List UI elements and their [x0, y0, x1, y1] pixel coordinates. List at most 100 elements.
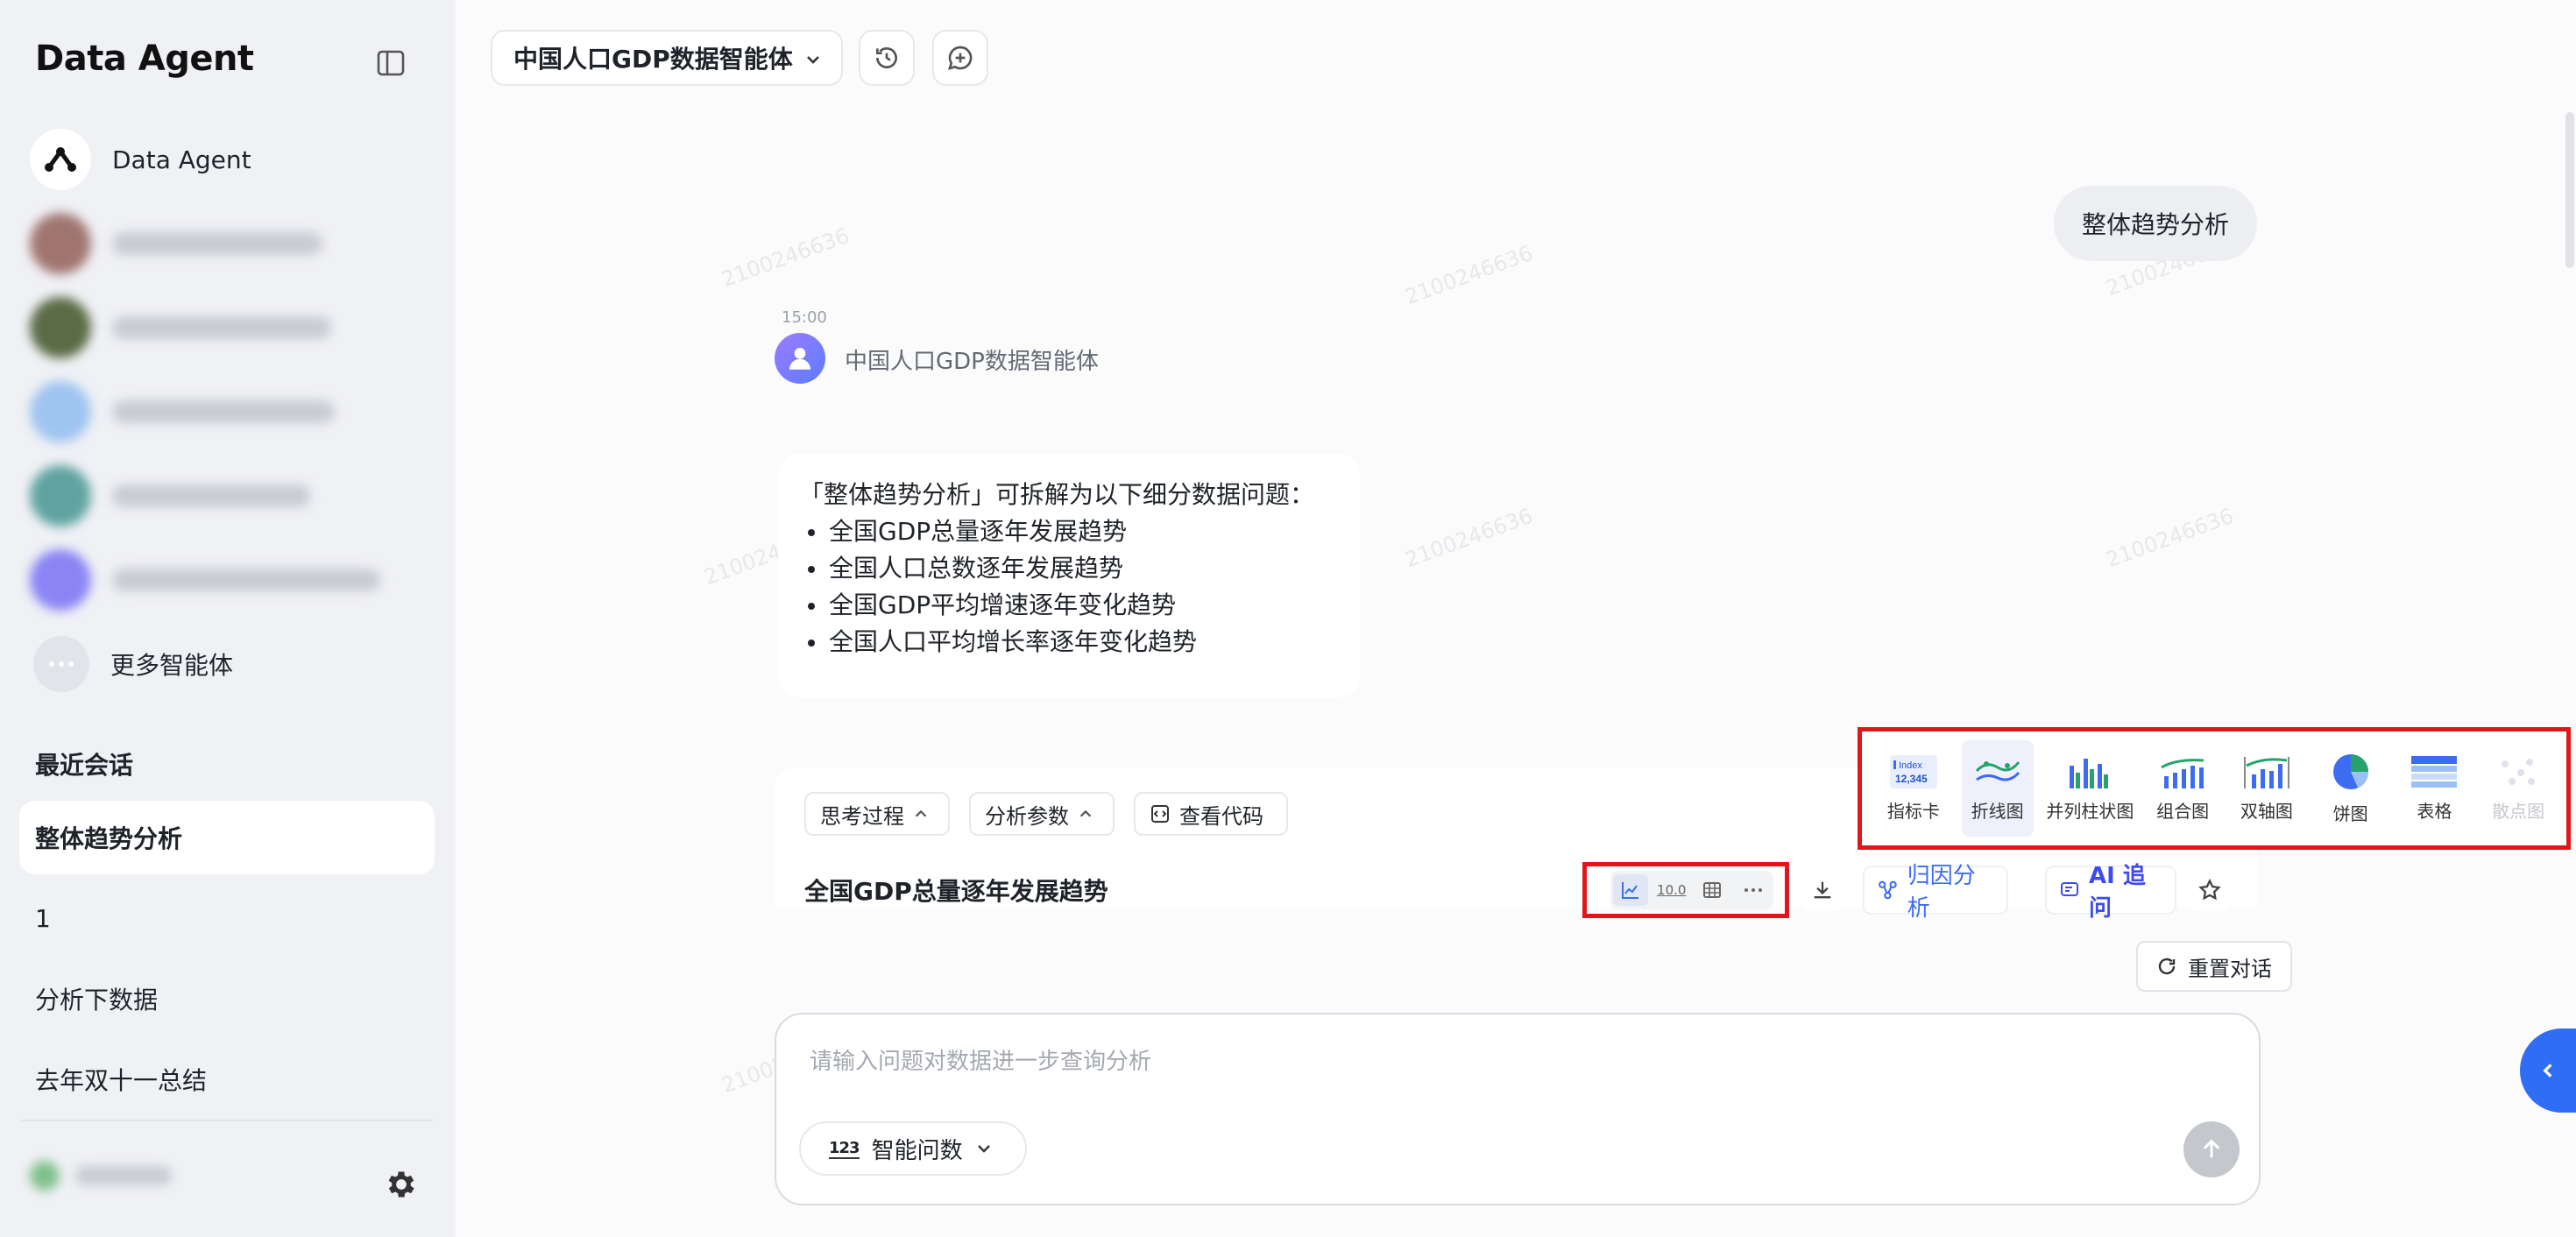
- send-button[interactable]: [2183, 1121, 2240, 1177]
- view-code-button[interactable]: 查看代码: [1134, 792, 1288, 836]
- agent-selector[interactable]: 中国人口GDP数据智能体: [491, 30, 843, 86]
- composer: 123 智能问数: [775, 1013, 2261, 1205]
- sidebar-collapse-button[interactable]: [375, 49, 407, 77]
- more-agents-button[interactable]: 更多智能体: [30, 631, 433, 697]
- user-profile[interactable]: [30, 1161, 172, 1191]
- sidebar-agent-blurred[interactable]: [30, 463, 433, 529]
- highlight-box-toolbar: [1582, 862, 1789, 918]
- thinking-process-button[interactable]: 思考过程: [804, 792, 950, 836]
- agent-selector-label: 中国人口GDP数据智能体: [513, 45, 793, 74]
- sidebar-agent-blurred[interactable]: [30, 210, 433, 277]
- sidebar: Data Agent Data Agent 更多智能体 最近会话 整体趋势分析 …: [0, 0, 456, 1237]
- attribution-analysis-button[interactable]: 归因分析: [1863, 863, 2008, 922]
- analysis-params-button[interactable]: 分析参数: [969, 792, 1115, 836]
- bot-name: 中国人口GDP数据智能体: [845, 349, 1099, 375]
- ai-followup-button[interactable]: AI 追问: [2045, 863, 2176, 922]
- reply-card: 「整体趋势分析」可拆解为以下细分数据问题： 全国GDP总量逐年发展趋势 全国人口…: [778, 454, 1360, 697]
- gear-icon: [388, 1171, 414, 1198]
- chart-type-index-card[interactable]: Index 12,345 指标卡: [1878, 740, 1950, 837]
- message-timestamp: 15:00: [782, 308, 827, 327]
- dual-axis-icon: [2243, 756, 2289, 788]
- more-dots-icon: [33, 636, 89, 692]
- new-chat-button[interactable]: [932, 30, 988, 86]
- user-message-bubble: 整体趋势分析: [2054, 186, 2257, 261]
- mode-selector[interactable]: 123 智能问数: [799, 1121, 1027, 1176]
- brand-title: Data Agent: [35, 39, 254, 79]
- sidebar-agent-blurred[interactable]: [30, 547, 433, 613]
- chart-type-label: 折线图: [1971, 800, 2024, 822]
- settings-button[interactable]: [384, 1167, 419, 1202]
- table-icon: [2411, 755, 2458, 788]
- conversation-item[interactable]: 分析下数据: [19, 962, 435, 1036]
- sidebar-agent-data-agent[interactable]: Data Agent: [30, 126, 433, 193]
- chart-type-label: 饼图: [2332, 802, 2368, 824]
- chart-type-label: 双轴图: [2240, 800, 2293, 822]
- sidebar-divider: [21, 1120, 433, 1121]
- mode-selector-label: 智能问数: [871, 1137, 963, 1164]
- analysis-params-label: 分析参数: [985, 803, 1069, 829]
- chevron-down-icon: [977, 1145, 990, 1153]
- scrollbar-thumb[interactable]: [2565, 112, 2574, 268]
- chart-type-grouped-bar[interactable]: 并列柱状图: [2046, 740, 2135, 837]
- conversation-item-active[interactable]: 整体趋势分析: [19, 801, 435, 874]
- chart-type-line[interactable]: 折线图: [1961, 740, 2034, 837]
- star-icon: [2198, 878, 2221, 901]
- list-item: 全国GDP平均增速逐年变化趋势: [799, 587, 1339, 624]
- thinking-process-label: 思考过程: [820, 803, 904, 829]
- chart-type-combo[interactable]: 组合图: [2147, 740, 2219, 837]
- watermark: 2100246636: [718, 223, 853, 293]
- code-view-icon: [1151, 805, 1169, 823]
- sidebar-agent-blurred[interactable]: [30, 378, 433, 445]
- chart-type-popup: Index 12,345 指标卡 折线图 并列柱状图 组合图 双轴图 饼图 表格…: [1858, 727, 2571, 850]
- blurred-agent-name: [112, 569, 380, 591]
- favorite-button[interactable]: [2189, 869, 2231, 911]
- sidebar-agent-label: Data Agent: [112, 145, 251, 174]
- combo-chart-icon: [2161, 758, 2204, 788]
- ai-followup-label: AI 追问: [2089, 863, 2146, 922]
- line-chart-icon: [1975, 760, 2020, 781]
- svg-text:Index: Index: [1899, 760, 1922, 771]
- history-icon: [876, 47, 897, 68]
- sidebar-agent-blurred[interactable]: [30, 294, 433, 361]
- reset-conversation-button[interactable]: 重置对话: [2136, 941, 2292, 992]
- data-agent-logo-icon: [30, 129, 91, 190]
- pie-chart-icon: [2332, 753, 2368, 789]
- query-input[interactable]: [810, 1043, 2124, 1081]
- sidebar-toggle-icon: [377, 50, 405, 76]
- index-card-icon: Index 12,345: [1889, 754, 1937, 788]
- download-icon: [1814, 881, 1831, 899]
- blurred-agent-name: [112, 400, 335, 423]
- scatter-icon: [2502, 758, 2536, 785]
- reset-conversation-label: 重置对话: [2188, 956, 2272, 981]
- result-title: 全国GDP总量逐年发展趋势: [804, 877, 1108, 906]
- grouped-bar-icon: [2070, 758, 2109, 788]
- conversation-item[interactable]: 1: [19, 881, 435, 955]
- new-chat-icon: [948, 46, 973, 70]
- chart-type-label: 组合图: [2156, 800, 2210, 822]
- blurred-username: [75, 1166, 172, 1185]
- chart-type-scatter[interactable]: 散点图: [2482, 740, 2554, 837]
- avatar: [30, 465, 91, 527]
- watermark: 2100246636: [2102, 503, 2237, 573]
- number-mode-icon: 123: [829, 1138, 860, 1159]
- watermark: 2100246636: [1401, 503, 1536, 573]
- chevron-down-icon: [807, 56, 819, 64]
- list-item: 全国人口总数逐年发展趋势: [799, 550, 1339, 587]
- attribution-icon: [1879, 880, 1897, 900]
- avatar: [30, 213, 91, 274]
- watermark: 2100246636: [1401, 240, 1536, 310]
- blurred-agent-name: [112, 484, 310, 507]
- bot-person-icon: [789, 347, 811, 370]
- history-button[interactable]: [859, 30, 915, 86]
- avatar: [30, 381, 91, 442]
- reply-intro: 「整体趋势分析」可拆解为以下细分数据问题：: [799, 480, 1315, 509]
- arrow-up-icon: [2203, 1139, 2220, 1158]
- chevron-left-icon: [2543, 1064, 2552, 1078]
- chart-type-table[interactable]: 表格: [2398, 740, 2470, 837]
- conversation-item[interactable]: 去年双十一总结: [19, 1043, 435, 1116]
- chart-type-dual-axis[interactable]: 双轴图: [2231, 740, 2303, 837]
- download-button[interactable]: [1801, 869, 1844, 911]
- chart-type-pie[interactable]: 饼图: [2315, 740, 2387, 837]
- blurred-agent-name: [112, 316, 331, 339]
- avatar: [30, 1161, 60, 1191]
